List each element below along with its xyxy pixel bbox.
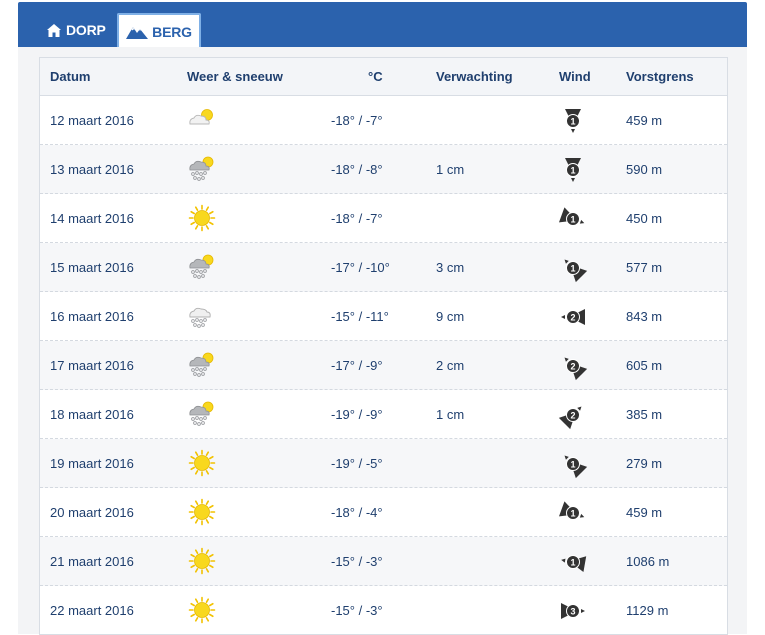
row-frost-line: 279 m — [626, 456, 663, 471]
sun-icon — [186, 448, 218, 478]
wind-direction-icon: 2 — [558, 302, 588, 332]
table-row: 22 maart 2016 -15° / -3° 3 1129 m — [40, 586, 727, 634]
row-frost-line: 605 m — [626, 358, 663, 373]
table-row: 12 maart 2016 -18° / -7° 1 459 m — [40, 96, 727, 145]
svg-text:1: 1 — [570, 166, 575, 176]
row-date: 17 maart 2016 — [50, 358, 134, 373]
row-expected-snow: 2 cm — [436, 358, 465, 373]
row-date: 20 maart 2016 — [50, 505, 134, 520]
header-expect: Verwachting — [436, 69, 513, 84]
table-header: Datum Weer & sneeuw °C Verwachting Wind … — [40, 58, 727, 96]
header-temp: °C — [368, 69, 383, 84]
row-date: 18 maart 2016 — [50, 407, 134, 422]
wind-direction-icon: 2 — [558, 400, 588, 430]
house-icon — [47, 23, 61, 37]
forecast-table: Datum Weer & sneeuw °C Verwachting Wind … — [39, 57, 728, 635]
tab-dorp[interactable]: DORP — [46, 13, 106, 47]
row-expected-snow: 1 cm — [436, 407, 465, 422]
svg-text:2: 2 — [570, 313, 575, 323]
row-frost-line: 1086 m — [626, 554, 670, 569]
table-row: 17 maart 2016 -17° / -9° 2 cm 2 605 m — [40, 341, 727, 390]
row-expected-snow: 1 cm — [436, 162, 465, 177]
wind-direction-icon: 1 — [558, 155, 588, 185]
row-temperature: -18° / -4° — [331, 505, 383, 520]
row-expected-snow: 3 cm — [436, 260, 465, 275]
row-date: 13 maart 2016 — [50, 162, 134, 177]
snow-sun-icon — [186, 252, 218, 282]
snow-cloud-icon — [186, 301, 218, 331]
row-temperature: -18° / -7° — [331, 211, 383, 226]
wind-direction-icon: 1 — [558, 498, 588, 528]
table-row: 19 maart 2016 -19° / -5° 1 279 m — [40, 439, 727, 488]
wind-direction-icon: 3 — [558, 596, 588, 626]
row-date: 22 maart 2016 — [50, 603, 134, 618]
svg-text:1: 1 — [570, 117, 575, 127]
row-frost-line: 577 m — [626, 260, 663, 275]
svg-text:1: 1 — [570, 509, 575, 519]
row-frost-line: 385 m — [626, 407, 663, 422]
table-row: 18 maart 2016 -19° / -9° 1 cm 2 385 m — [40, 390, 727, 439]
row-temperature: -17° / -10° — [331, 260, 390, 275]
tab-bar: DORP BERG — [18, 2, 747, 49]
row-temperature: -19° / -5° — [331, 456, 383, 471]
row-date: 12 maart 2016 — [50, 113, 134, 128]
wind-direction-icon: 1 — [558, 106, 588, 136]
row-frost-line: 590 m — [626, 162, 663, 177]
header-wind: Wind — [559, 69, 591, 84]
mountain-icon — [126, 27, 149, 39]
svg-text:1: 1 — [570, 558, 575, 568]
sun-icon — [186, 546, 218, 576]
wind-direction-icon: 1 — [558, 449, 588, 479]
sun-icon — [186, 203, 218, 233]
table-row: 16 maart 2016 -15° / -11° 9 cm 2 843 m — [40, 292, 727, 341]
snow-sun-icon — [186, 399, 218, 429]
row-temperature: -15° / -3° — [331, 554, 383, 569]
forecast-panel: Datum Weer & sneeuw °C Verwachting Wind … — [18, 47, 747, 635]
table-row: 14 maart 2016 -18° / -7° 1 450 m — [40, 194, 727, 243]
svg-text:1: 1 — [570, 264, 575, 274]
row-temperature: -18° / -7° — [331, 113, 383, 128]
row-date: 14 maart 2016 — [50, 211, 134, 226]
row-date: 19 maart 2016 — [50, 456, 134, 471]
tab-berg-label: BERG — [152, 24, 192, 40]
wind-direction-icon: 1 — [558, 253, 588, 283]
row-expected-snow: 9 cm — [436, 309, 465, 324]
row-date: 15 maart 2016 — [50, 260, 134, 275]
row-date: 21 maart 2016 — [50, 554, 134, 569]
row-frost-line: 459 m — [626, 505, 663, 520]
tab-dorp-label: DORP — [66, 22, 106, 38]
svg-text:1: 1 — [570, 460, 575, 470]
wind-direction-icon: 1 — [558, 204, 588, 234]
wind-direction-icon: 1 — [558, 547, 588, 577]
row-frost-line: 459 m — [626, 113, 663, 128]
table-row: 20 maart 2016 -18° / -4° 1 459 m — [40, 488, 727, 537]
snow-sun-icon — [186, 154, 218, 184]
row-temperature: -18° / -8° — [331, 162, 383, 177]
header-weather: Weer & sneeuw — [187, 69, 283, 84]
tab-berg[interactable]: BERG — [117, 13, 201, 49]
partly-cloudy-icon — [186, 105, 218, 135]
row-temperature: -15° / -11° — [331, 309, 389, 324]
row-frost-line: 450 m — [626, 211, 663, 226]
row-temperature: -19° / -9° — [331, 407, 383, 422]
header-frost: Vorstgrens — [626, 69, 694, 84]
header-date: Datum — [50, 69, 91, 84]
row-frost-line: 843 m — [626, 309, 663, 324]
table-row: 21 maart 2016 -15° / -3° 1 1086 m — [40, 537, 727, 586]
snow-sun-icon — [186, 350, 218, 380]
table-row: 13 maart 2016 -18° / -8° 1 cm 1 590 m — [40, 145, 727, 194]
row-temperature: -15° / -3° — [331, 603, 383, 618]
svg-text:1: 1 — [570, 215, 575, 225]
sun-icon — [186, 595, 218, 625]
svg-text:3: 3 — [570, 607, 575, 617]
row-temperature: -17° / -9° — [331, 358, 383, 373]
row-date: 16 maart 2016 — [50, 309, 134, 324]
table-row: 15 maart 2016 -17° / -10° 3 cm 1 577 m — [40, 243, 727, 292]
svg-text:2: 2 — [570, 362, 575, 372]
wind-direction-icon: 2 — [558, 351, 588, 381]
table-body: 12 maart 2016 -18° / -7° 1 459 m 13 maar… — [40, 96, 727, 634]
row-frost-line: 1129 m — [626, 603, 669, 618]
svg-text:2: 2 — [570, 411, 575, 421]
sun-icon — [186, 497, 218, 527]
